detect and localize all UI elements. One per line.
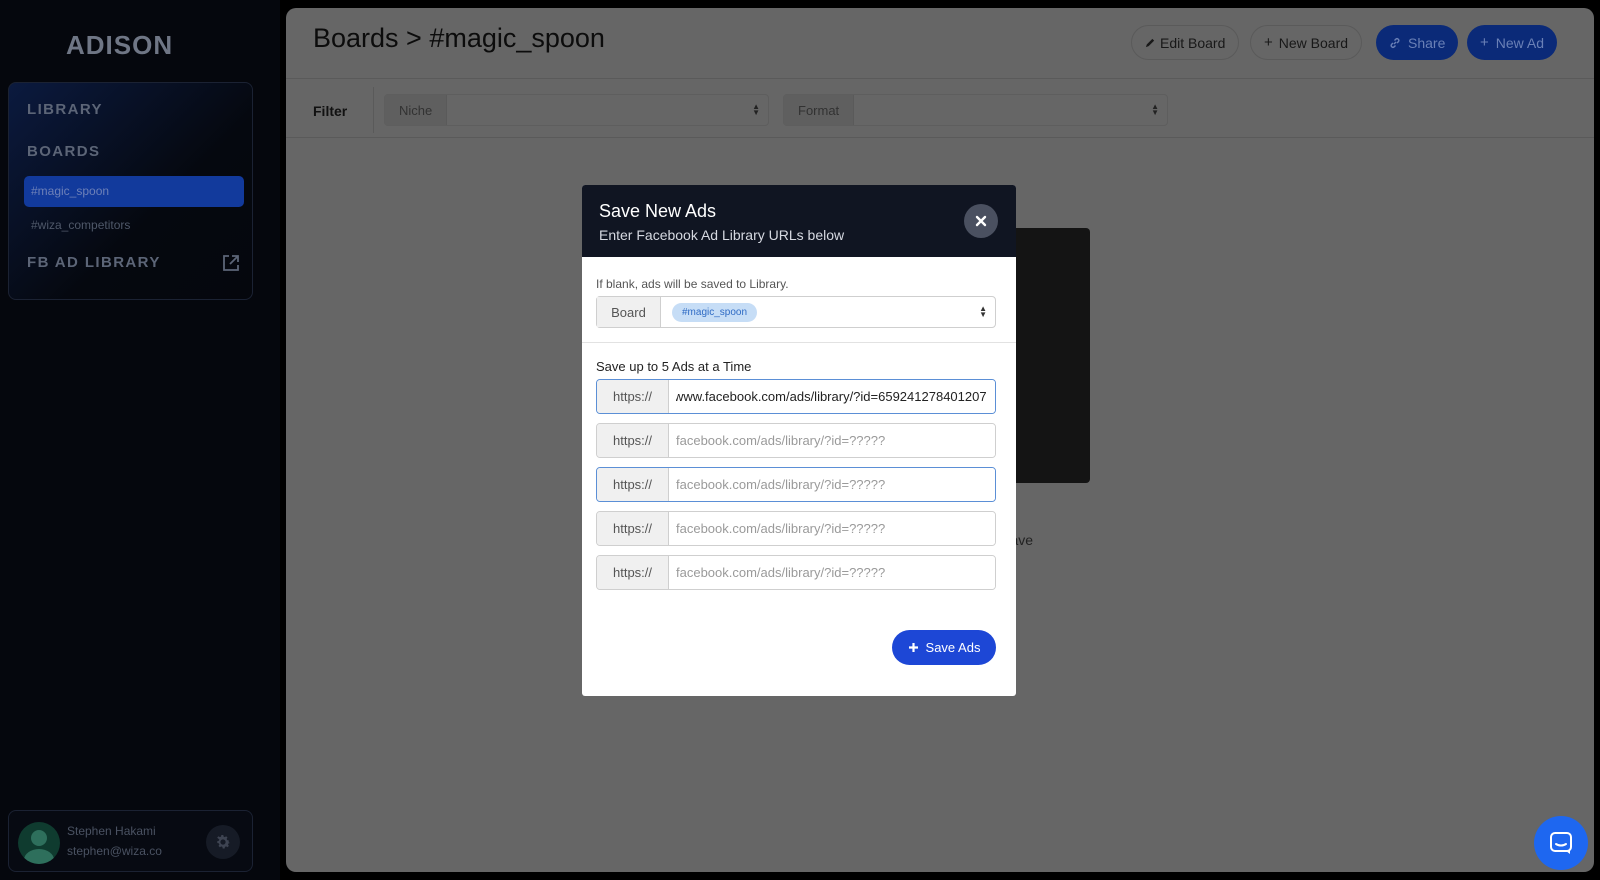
pencil-icon [1145,38,1155,48]
user-avatar-icon [24,830,54,864]
format-filter[interactable]: Format ▲ ▼ [783,94,1168,126]
board-hint: If blank, ads will be saved to Library. [596,277,789,291]
filter-divider [373,87,374,133]
edit-board-button[interactable]: Edit Board [1131,25,1240,60]
plus-icon [908,643,918,652]
gear-icon [217,835,231,849]
user-name: Stephen Hakami [67,824,156,838]
board-chip[interactable]: #magic_spoon [672,303,758,322]
url-row-2: https:// [596,423,996,458]
new-board-button[interactable]: + New Board [1250,25,1363,60]
url-prefix: https:// [597,556,669,589]
board-select-group: Board #magic_spoon ▲ ▼ [596,296,996,328]
sort-arrows-icon: ▲ ▼ [752,102,760,117]
modal-header: Save New Ads Enter Facebook Ad Library U… [582,185,1016,257]
page-title: Boards > #magic_spoon [313,23,605,53]
modal-divider [582,342,1016,343]
app-logo: ADISON [66,30,174,60]
url-row-4: https:// [596,511,996,546]
url-prefix: https:// [597,380,669,413]
save-ads-button[interactable]: Save Ads [892,630,996,665]
url-row-3: https:// [596,467,996,502]
nav-fb-ad-library[interactable]: FB AD LIBRARY [27,254,161,271]
url-row-1: https:// [596,379,996,414]
board-select[interactable]: #magic_spoon ▲ ▼ [661,297,995,327]
url-row-5: https:// [596,555,996,590]
edit-board-label: Edit Board [1160,34,1226,51]
plus-icon: + [1480,34,1489,51]
plus-icon: + [1264,34,1273,51]
url-input-2[interactable] [669,424,995,457]
niche-filter[interactable]: Niche ▲ ▼ [384,94,769,126]
sort-arrows-icon: ▲ ▼ [1151,102,1159,117]
modal-title: Save New Ads [599,201,717,221]
avatar[interactable] [18,822,60,864]
url-input-5[interactable] [669,556,995,589]
board-label: Board [597,297,661,327]
niche-label: Niche [385,95,448,125]
filter-bar: Filter Niche ▲ ▼ Format ▲ ▼ [286,78,1594,138]
nav-panel: LIBRARY BOARDS #magic_spoon #wiza_compet… [8,82,253,300]
user-email: stephen@wiza.co [67,844,162,858]
sidebar-board-wiza-competitors[interactable]: #wiza_competitors [24,210,244,241]
chat-launcher-button[interactable] [1534,816,1588,870]
url-input-3[interactable] [669,468,995,501]
share-label: Share [1408,34,1446,51]
save-limit-label: Save up to 5 Ads at a Time [596,359,752,374]
new-board-label: New Board [1278,34,1349,51]
url-prefix: https:// [597,468,669,501]
chat-icon [1550,832,1572,854]
filter-label: Filter [313,103,348,119]
url-prefix: https:// [597,512,669,545]
format-select[interactable]: ▲ ▼ [854,95,1167,125]
sort-arrows-icon: ▲ ▼ [979,304,987,319]
close-icon [975,215,987,227]
nav-library[interactable]: LIBRARY [27,101,103,118]
url-input-4[interactable] [669,512,995,545]
nav-boards[interactable]: BOARDS [27,143,100,160]
settings-button[interactable] [206,825,240,859]
new-ad-button[interactable]: + New Ad [1467,25,1558,60]
modal-subtitle: Enter Facebook Ad Library URLs below [599,227,845,243]
close-button[interactable] [964,204,998,238]
share-button[interactable]: Share [1376,25,1459,60]
link-icon [1390,37,1400,48]
format-label: Format [784,95,855,125]
niche-select[interactable]: ▲ ▼ [447,95,768,125]
url-prefix: https:// [597,424,669,457]
sidebar-board-magic-spoon[interactable]: #magic_spoon [24,176,244,207]
new-ad-label: New Ad [1495,34,1545,51]
external-link-icon[interactable] [221,253,241,273]
url-input-1[interactable] [669,380,995,413]
save-new-ads-modal: Save New Ads Enter Facebook Ad Library U… [582,185,1016,696]
user-card: Stephen Hakami stephen@wiza.co [8,810,253,872]
sidebar: ADISON LIBRARY BOARDS #magic_spoon #wiza… [0,0,280,880]
save-ads-label: Save Ads [925,640,981,655]
